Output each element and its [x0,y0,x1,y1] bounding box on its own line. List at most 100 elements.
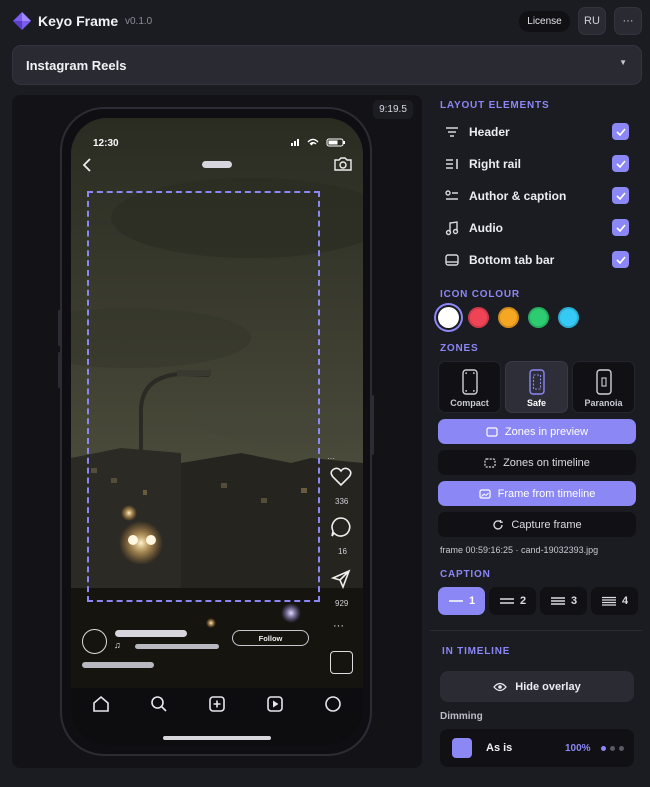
layer-label: Bottom tab bar [469,253,555,267]
dimming-value: 100% [565,743,591,754]
create-icon [209,696,225,712]
button-label: Frame from timeline [497,487,596,500]
more-menu-button[interactable]: ··· [614,7,642,35]
zones-title: ZONES [440,343,479,354]
music-note-icon [445,221,459,236]
home-indicator [163,736,271,740]
section-divider [430,630,642,631]
right-rail-icon [446,159,458,169]
button-label: 2 [519,595,527,607]
frame-dashed-icon [486,426,498,437]
dimming-step-dot[interactable] [610,746,615,751]
frame-from-timeline-button[interactable]: Frame from timeline [438,481,636,506]
dimming-label: Dimming [440,711,483,722]
layer-row-bottom-tab-bar[interactable]: Bottom tab bar [440,249,630,271]
search-icon [151,696,167,712]
dimming-step-dot[interactable] [601,746,606,751]
icon-colour-title: ICON COLOUR [440,289,520,300]
heart-icon [330,467,352,487]
preset-select[interactable]: Instagram Reels ▼ [12,45,642,85]
zones-in-preview-button[interactable]: Zones in preview [438,419,636,444]
colour-swatch[interactable] [438,307,459,328]
frame-info: frame 00:59:16:25 · cand-19032393.jpg [440,545,599,555]
layer-checkbox-right-rail[interactable] [612,155,629,172]
caption-placeholder [82,662,154,668]
button-label: 1 [468,595,476,607]
colour-swatch[interactable] [558,307,579,328]
zone-label: Compact [450,398,489,408]
preset-selected-value: Instagram Reels [26,58,127,73]
three-lines-icon [550,597,565,605]
layer-checkbox-author-caption[interactable] [612,187,629,204]
camera-icon [334,157,352,171]
header-pill [202,161,232,168]
profile-icon [325,696,341,712]
phone-screen: 12:30 ··· 336 16 929 ··· Follow ♫ [71,118,363,745]
dimming-control[interactable]: As is 100% [440,729,634,767]
button-label: 3 [570,595,578,607]
image-icon [478,488,491,499]
in-timeline-title: IN TIMELINE [442,646,511,657]
music-note-icon: ♫ [114,640,121,650]
zone-option-paranoia[interactable]: Paranoia [572,361,635,413]
four-lines-icon [601,596,616,606]
phone-side-button [58,310,61,346]
reels-icon [267,696,283,712]
checkmark-icon [615,127,626,136]
checkmark-icon [615,159,626,168]
colour-swatch[interactable] [528,307,549,328]
app-title: Keyo Frame [38,13,119,29]
author-caption-icon [445,190,458,200]
layer-row-header[interactable]: Header [440,121,630,143]
zone-option-safe[interactable]: Safe [505,361,568,413]
top-bar: Keyo Frame v0.1.0 License RU ··· [0,0,650,42]
dimming-color-swatch[interactable] [452,738,472,758]
layer-row-audio[interactable]: Audio [440,217,630,239]
button-label: Zones on timeline [503,456,590,469]
language-button[interactable]: RU [578,7,606,35]
layer-checkbox-audio[interactable] [612,219,629,236]
diamond-logo-icon [13,12,31,30]
tab-bar-icon [445,254,459,266]
colour-swatch[interactable] [468,307,489,328]
button-label: Capture frame [511,518,582,531]
zones-on-timeline-button[interactable]: Zones on timeline [438,450,636,475]
chevron-down-icon: ▼ [619,58,627,67]
comments-count: 16 [338,547,347,556]
back-chevron-icon [82,158,91,172]
colour-swatch[interactable] [498,307,519,328]
comment-icon [331,517,351,537]
phone-paranoia-icon [596,369,612,395]
timecode-badge: 9:19.5 [373,100,413,119]
zone-option-compact[interactable]: Compact [438,361,501,413]
button-label: Hide overlay [515,680,581,693]
caption-lines-1-button[interactable]: 1 [438,587,485,615]
checkmark-icon [615,223,626,232]
layer-row-author-caption[interactable]: Author & caption [440,185,630,207]
hide-overlay-button[interactable]: Hide overlay [440,671,634,702]
dimming-mode: As is [486,742,513,754]
likes-count: 336 [335,497,349,506]
caption-title: CAPTION [440,569,491,580]
layer-label: Audio [469,221,503,235]
caption-lines-4-button[interactable]: 4 [591,587,638,615]
phone-safe-icon [529,369,545,395]
caption-lines-2-button[interactable]: 2 [489,587,536,615]
layer-checkbox-header[interactable] [612,123,629,140]
follow-button: Follow [232,630,309,646]
dimming-step-dot[interactable] [619,746,624,751]
layer-checkbox-bottom-tab-bar[interactable] [612,251,629,268]
author-avatar [82,629,107,654]
header-icon [446,127,458,137]
frame-dashed-icon [484,457,496,468]
zone-label: Paranoia [584,398,623,408]
share-icon [331,569,351,589]
license-button[interactable]: License [519,11,570,32]
one-line-icon [448,600,463,602]
checkmark-icon [615,255,626,264]
eye-icon [493,682,508,691]
capture-frame-button[interactable]: Capture frame [438,512,636,537]
layer-label: Author & caption [469,189,567,203]
layer-row-right-rail[interactable]: Right rail [440,153,630,175]
caption-lines-3-button[interactable]: 3 [540,587,587,615]
